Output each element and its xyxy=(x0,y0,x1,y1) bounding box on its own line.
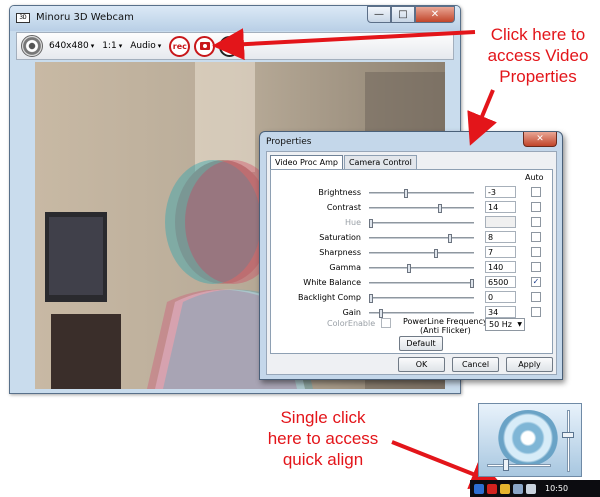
arrow-to-tray-icon xyxy=(391,440,503,489)
annotation-line: access Video xyxy=(487,46,589,65)
clock-time[interactable]: 10:50 xyxy=(545,484,568,493)
horizontal-align-track[interactable] xyxy=(487,464,551,467)
annotation-video-properties: Click here to access Video Properties xyxy=(478,24,598,87)
annotation-quick-align: Single click here to access quick align xyxy=(266,407,380,470)
arrow-to-properties-dialog xyxy=(467,89,497,146)
horizontal-align-slider[interactable] xyxy=(503,459,509,471)
quick-align-popup xyxy=(478,403,582,477)
annotation-line: here to access xyxy=(267,429,379,448)
annotation-line: Properties xyxy=(499,67,577,86)
volume-tray-icon[interactable] xyxy=(526,483,536,494)
vertical-align-track[interactable] xyxy=(567,410,570,472)
align-preview-image xyxy=(497,410,559,466)
network-tray-icon[interactable] xyxy=(513,483,523,494)
annotation-line: Click here to xyxy=(490,25,586,44)
tab-video-proc-amp[interactable]: Video Proc Amp xyxy=(270,155,343,169)
messenger-tray-icon[interactable] xyxy=(500,483,510,494)
arrow-to-properties-button xyxy=(212,28,476,61)
annotation-line: quick align xyxy=(282,450,364,469)
annotation-line: Single click xyxy=(280,408,366,427)
minoru-tray-icon[interactable] xyxy=(487,483,497,494)
vertical-align-slider[interactable] xyxy=(562,432,574,438)
chevron-left-icon[interactable] xyxy=(474,483,484,494)
system-tray: 10:50 xyxy=(470,480,600,497)
